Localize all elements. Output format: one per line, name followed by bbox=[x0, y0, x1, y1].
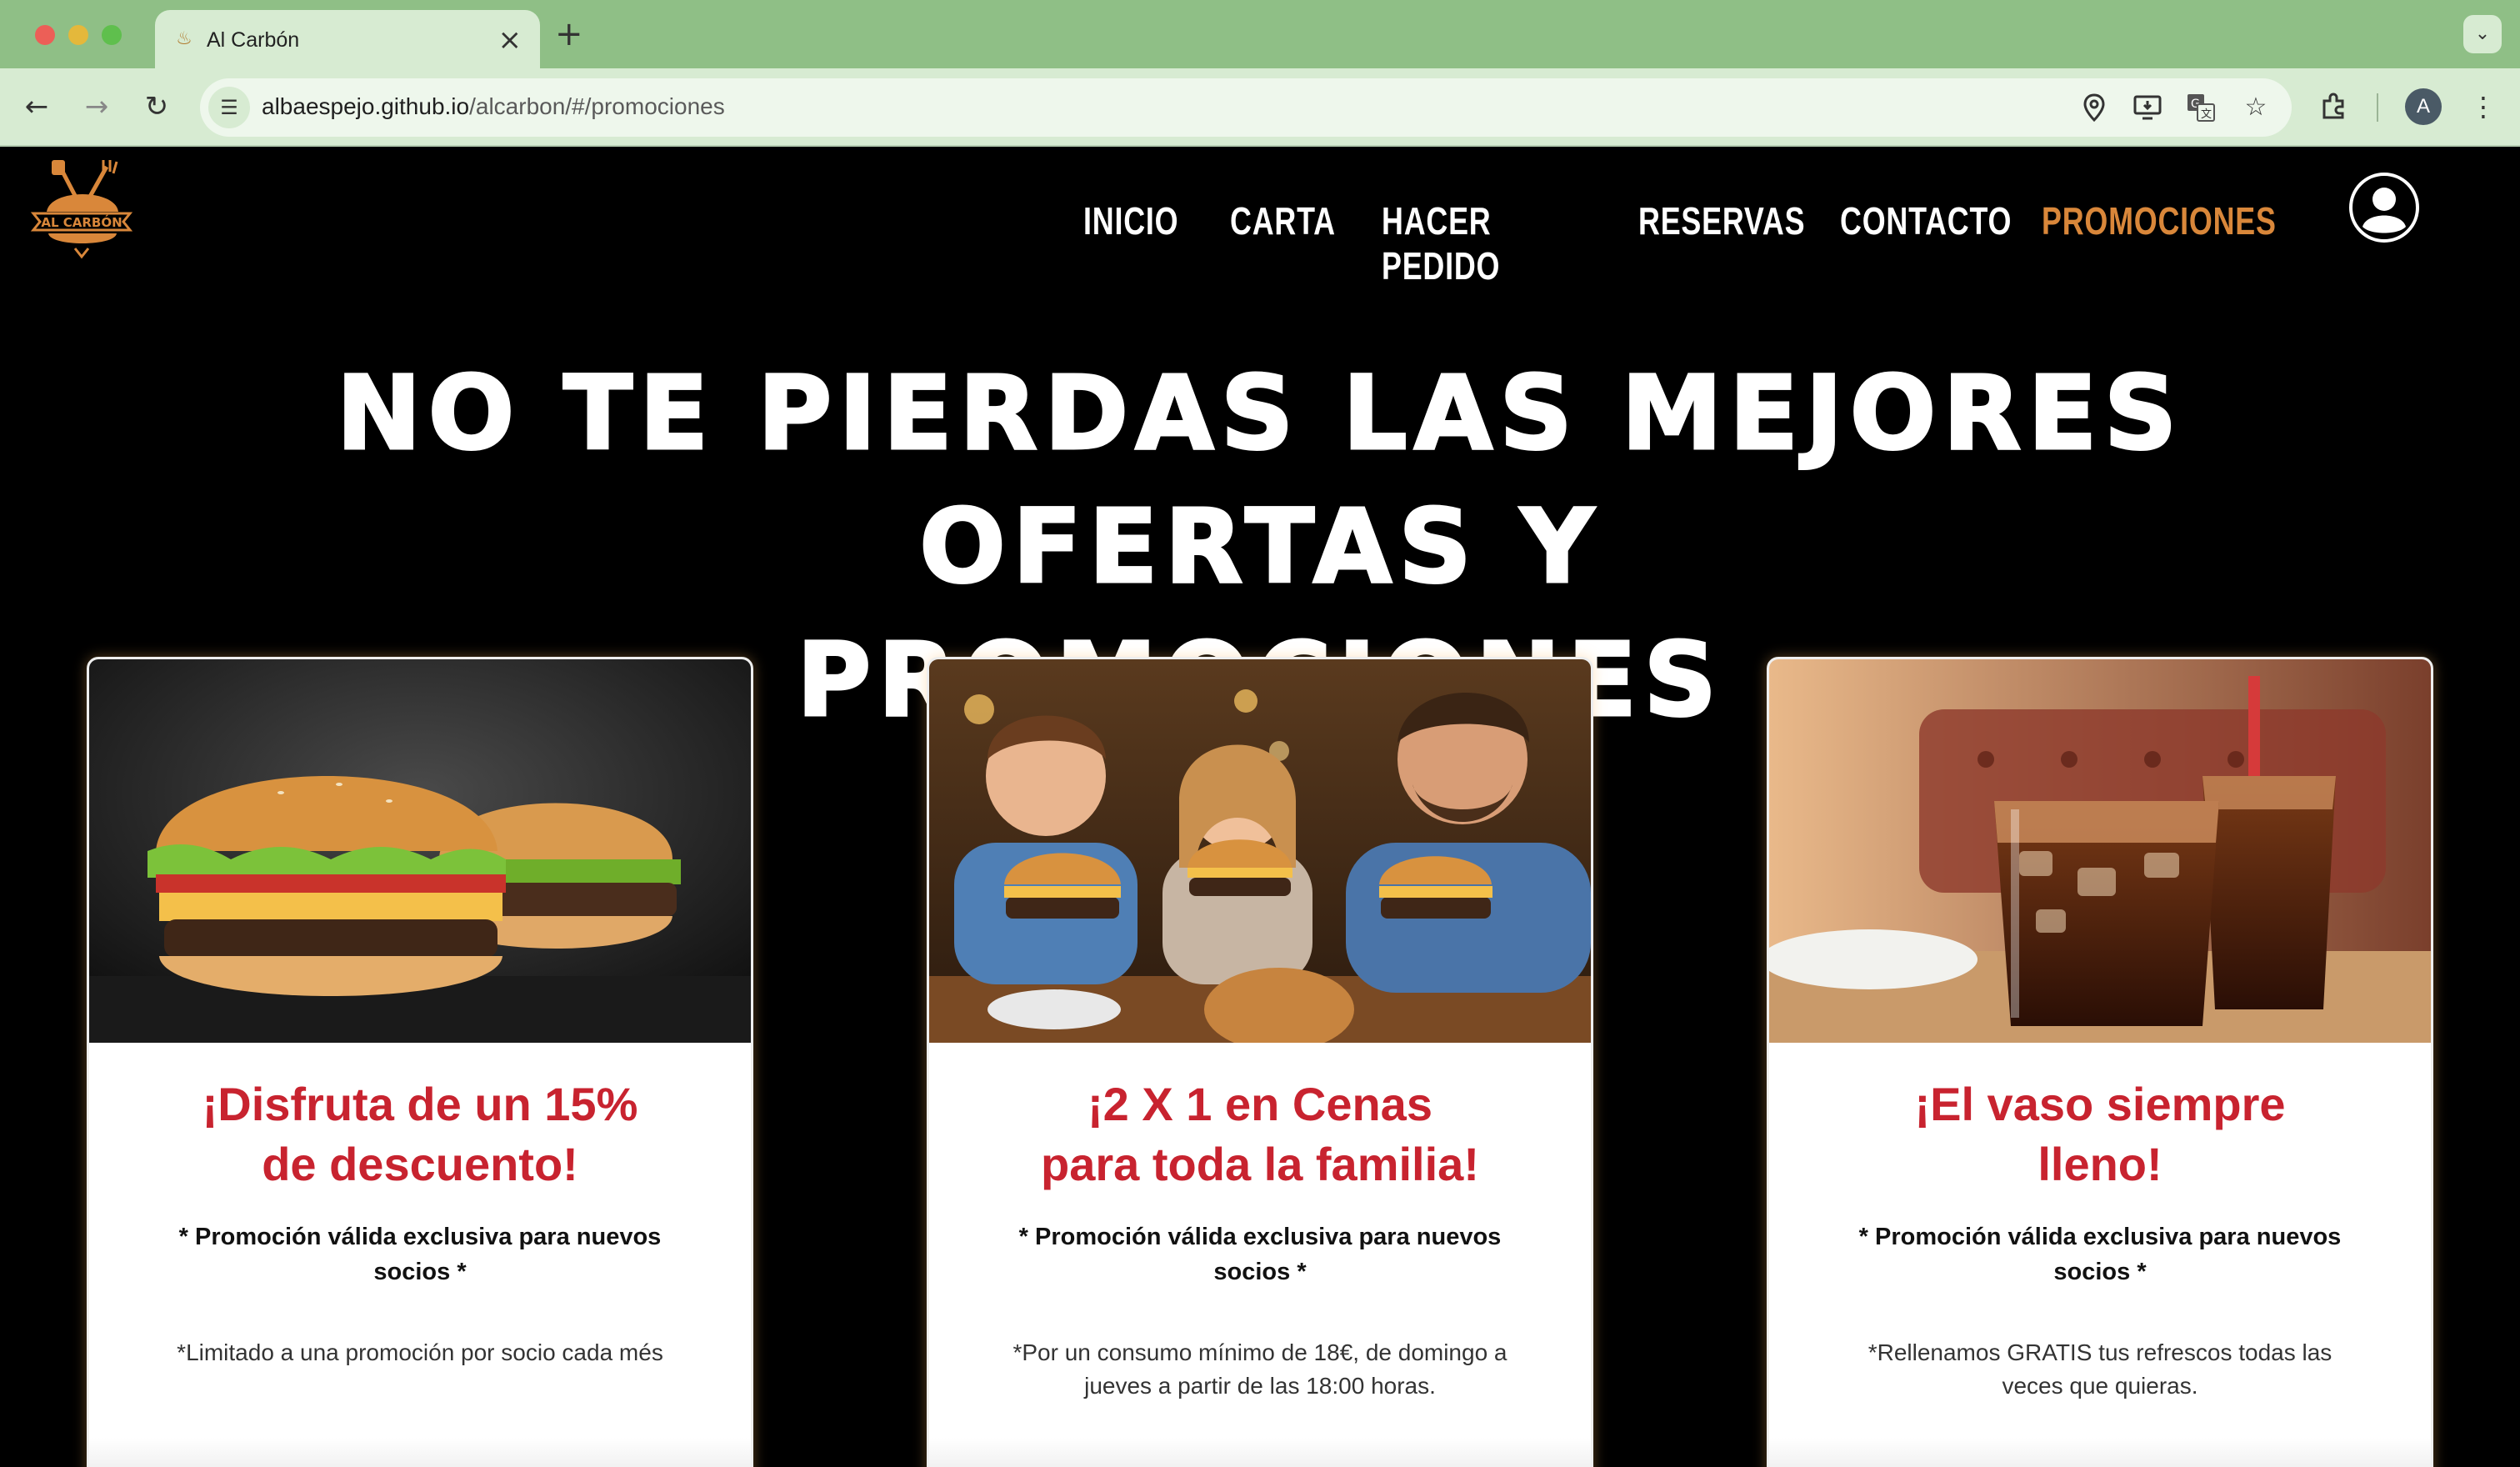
promo-title: ¡Disfruta de un 15% de descuento! bbox=[122, 1074, 718, 1194]
browser-tab[interactable]: ♨ Al Carbón × bbox=[155, 10, 540, 68]
minimize-window-button[interactable] bbox=[68, 25, 88, 45]
reload-icon: ↻ bbox=[144, 90, 169, 123]
toolbar-divider bbox=[2377, 93, 2378, 122]
back-icon: ← bbox=[24, 90, 49, 123]
promo-terms: * Promoción válida exclusiva para nuevos… bbox=[1018, 1224, 1502, 1285]
nav-promociones-label: PROMOCIONES bbox=[2042, 199, 2277, 243]
promo-title-line2: lleno! bbox=[2038, 1138, 2162, 1190]
promo-note: *Rellenamos GRATIS tus refrescos todas l… bbox=[1868, 1339, 2332, 1399]
burgers-photo bbox=[89, 659, 751, 1043]
url-path: /alcarbon/#/promociones bbox=[469, 93, 725, 119]
location-button[interactable] bbox=[2075, 88, 2113, 127]
card-footer-fade bbox=[1769, 1438, 2431, 1467]
address-bar[interactable]: ☰ albaespejo.github.io/alcarbon/#/promoc… bbox=[200, 78, 2292, 137]
nav-carta[interactable]: CARTA bbox=[1230, 198, 1335, 248]
promo-title-line1: ¡Disfruta de un 15% bbox=[202, 1078, 638, 1130]
family-eating-burgers-photo bbox=[929, 659, 1591, 1043]
promo-card-discount[interactable]: ¡Disfruta de un 15% de descuento! * Prom… bbox=[87, 657, 753, 1467]
nav-reservas-label: RESERVAS bbox=[1638, 199, 1806, 243]
card-footer-fade bbox=[929, 1438, 1591, 1467]
cola-glasses-photo bbox=[1769, 659, 2431, 1043]
more-menu-icon: ⋮ bbox=[2470, 91, 2497, 123]
promo-title: ¡2 X 1 en Cenas para toda la familia! bbox=[962, 1074, 1558, 1194]
nav-contacto-label: CONTACTO bbox=[1840, 199, 2012, 243]
card-footer-fade bbox=[89, 1438, 751, 1467]
logo-text: AL CARBÓN bbox=[41, 214, 122, 230]
nav-contacto[interactable]: CONTACTO bbox=[1840, 198, 2011, 248]
tab-title: Al Carbón bbox=[207, 28, 300, 52]
nav-inicio-label: INICIO bbox=[1083, 199, 1179, 243]
promo-note: *Por un consumo mínimo de 18€, de doming… bbox=[1012, 1339, 1508, 1399]
tab-search-button[interactable]: ⌄ bbox=[2463, 15, 2502, 53]
forward-icon: → bbox=[84, 90, 109, 123]
promo-title-line2: para toda la familia! bbox=[1041, 1138, 1479, 1190]
main-nav: INICIO CARTA HACER PEDIDO RESERVAS CONTA… bbox=[1083, 198, 2276, 288]
page-title-line1: NO TE PIERDAS LAS MEJORES OFERTAS Y bbox=[335, 353, 2184, 608]
promo-title-line2: de descuento! bbox=[262, 1138, 578, 1190]
extensions-button[interactable] bbox=[2312, 85, 2355, 128]
back-button[interactable]: ← bbox=[15, 85, 58, 128]
promo-card-2x1[interactable]: ¡2 X 1 en Cenas para toda la familia! * … bbox=[927, 657, 1593, 1467]
promo-title-line1: ¡2 X 1 en Cenas bbox=[1088, 1078, 1432, 1130]
promo-terms: * Promoción válida exclusiva para nuevos… bbox=[178, 1224, 662, 1285]
nav-reservas[interactable]: RESERVAS bbox=[1638, 198, 1805, 248]
url-text[interactable]: albaespejo.github.io/alcarbon/#/promocio… bbox=[262, 93, 725, 120]
more-menu-button[interactable]: ⋮ bbox=[2462, 85, 2505, 128]
tab-close-icon[interactable]: × bbox=[498, 23, 522, 57]
browser-tab-strip: ♨ Al Carbón × + ⌄ bbox=[0, 0, 2520, 68]
svg-text:文: 文 bbox=[2201, 108, 2212, 121]
reload-button[interactable]: ↻ bbox=[135, 85, 178, 128]
promo-card-refill[interactable]: ¡El vaso siempre lleno! * Promoción váli… bbox=[1767, 657, 2433, 1467]
promo-title-line1: ¡El vaso siempre bbox=[1914, 1078, 2286, 1130]
nav-inicio[interactable]: INICIO bbox=[1083, 198, 1178, 248]
location-icon bbox=[2083, 93, 2105, 123]
profile-avatar[interactable]: A bbox=[2405, 88, 2442, 125]
promo-title: ¡El vaso siempre lleno! bbox=[1802, 1074, 2398, 1194]
nav-hacer-pedido-label: HACER PEDIDO bbox=[1382, 199, 1501, 288]
bookmark-star-icon: ☆ bbox=[2244, 93, 2268, 122]
site-info-icon: ☰ bbox=[220, 96, 238, 119]
extensions-icon bbox=[2322, 93, 2344, 119]
nav-carta-label: CARTA bbox=[1230, 199, 1336, 243]
site-info-button[interactable]: ☰ bbox=[208, 87, 250, 128]
promo-note: *Limitado a una promoción por socio cada… bbox=[177, 1339, 663, 1365]
nav-hacer-pedido[interactable]: HACER PEDIDO bbox=[1382, 198, 1572, 288]
page-content: AL CARBÓN INICIO CARTA HACER PEDIDO RESE… bbox=[0, 147, 2520, 1467]
install-app-icon bbox=[2133, 95, 2162, 120]
install-app-button[interactable] bbox=[2128, 88, 2167, 127]
forward-button[interactable]: → bbox=[75, 85, 118, 128]
bookmark-button[interactable]: ☆ bbox=[2237, 88, 2275, 127]
al-carbon-logo[interactable]: AL CARBÓN bbox=[30, 160, 133, 260]
new-tab-button[interactable]: + bbox=[555, 15, 583, 53]
browser-toolbar: ← → ↻ ☰ albaespejo.github.io/alcarbon/#/… bbox=[0, 68, 2520, 147]
chevron-down-icon: ⌄ bbox=[2474, 23, 2491, 44]
close-window-button[interactable] bbox=[35, 25, 55, 45]
favicon-icon: ♨ bbox=[176, 28, 192, 49]
promo-terms: * Promoción válida exclusiva para nuevos… bbox=[1858, 1224, 2342, 1285]
user-account-icon[interactable] bbox=[2348, 172, 2420, 243]
url-host: albaespejo.github.io bbox=[262, 93, 470, 119]
maximize-window-button[interactable] bbox=[102, 25, 122, 45]
translate-button[interactable]: G文 bbox=[2182, 88, 2220, 127]
translate-icon: G文 bbox=[2188, 94, 2215, 122]
nav-promociones[interactable]: PROMOCIONES bbox=[2042, 198, 2276, 248]
